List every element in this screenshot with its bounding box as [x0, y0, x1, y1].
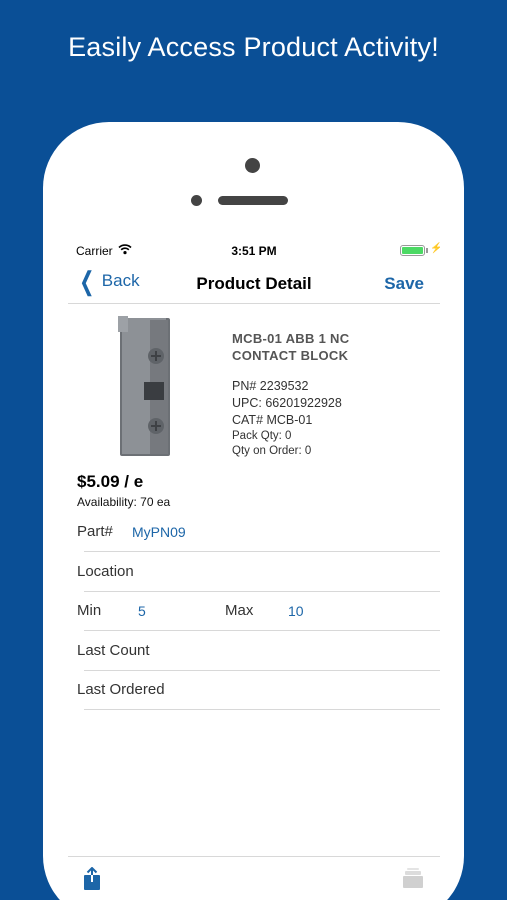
promo-headline: Easily Access Product Activity! [68, 32, 439, 62]
product-name-line1: MCB-01 ABB 1 NC [232, 331, 350, 346]
max-label: Max [225, 602, 254, 619]
product-info: MCB-01 ABB 1 NC CONTACT BLOCK PN# 223953… [232, 330, 432, 459]
product-price: $5.09 / e [77, 472, 144, 491]
part-label: Part# [77, 523, 113, 540]
charging-bolt-icon: ⚡ [430, 243, 440, 254]
qty-on-order: Qty on Order: 0 [232, 445, 312, 457]
save-button[interactable]: Save [384, 274, 424, 294]
last-ordered-label: Last Ordered [77, 681, 165, 698]
speaker-icon [218, 196, 288, 205]
location-label: Location [77, 563, 134, 580]
pack-qty: Pack Qty: 0 [232, 430, 292, 442]
availability: Availability: 70 ea [77, 495, 171, 509]
catalog-number: CAT# MCB-01 [232, 413, 313, 427]
status-time: 3:51 PM [231, 244, 277, 258]
location-row[interactable]: Location [77, 552, 440, 592]
bottom-toolbar [68, 856, 440, 900]
min-value[interactable]: 5 [138, 603, 146, 619]
part-value[interactable]: MyPN09 [132, 524, 186, 540]
tray-icon[interactable] [401, 867, 425, 894]
battery-tip [426, 248, 428, 253]
product-image [118, 316, 170, 456]
last-ordered-row[interactable]: Last Ordered [77, 670, 440, 710]
upc-code: UPC: 66201922928 [232, 396, 342, 410]
sensor-icon [191, 195, 202, 206]
max-value[interactable]: 10 [288, 603, 304, 619]
battery-icon [400, 245, 425, 256]
last-count-label: Last Count [77, 642, 150, 659]
status-bar: Carrier 3:51 PM ⚡ [68, 236, 440, 264]
divider [84, 709, 440, 710]
min-label: Min [77, 602, 102, 619]
part-row[interactable]: Part# MyPN09 [77, 512, 440, 552]
camera-icon [245, 158, 260, 173]
last-count-row[interactable]: Last Count [77, 631, 440, 671]
app-screen: Carrier 3:51 PM ⚡ ❮ Back Product Detail … [68, 236, 440, 900]
min-max-row: Min 5 Max 10 [77, 591, 440, 631]
navigation-bar: ❮ Back Product Detail Save [68, 264, 440, 304]
product-name-line2: CONTACT BLOCK [232, 348, 349, 363]
share-icon[interactable] [82, 866, 102, 896]
part-number: PN# 2239532 [232, 379, 309, 393]
